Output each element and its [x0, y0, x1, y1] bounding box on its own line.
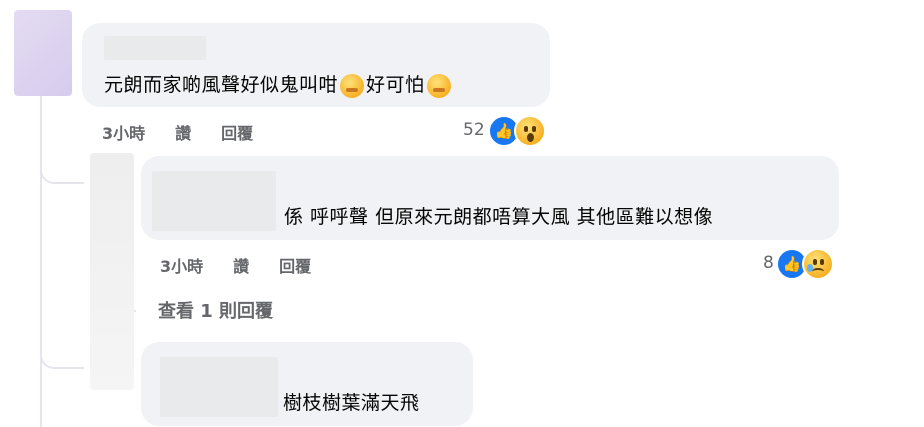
- reply-button[interactable]: 回覆: [221, 124, 253, 143]
- avatar[interactable]: [14, 10, 72, 96]
- view-more-replies-link[interactable]: 查看 1 則回覆: [158, 297, 273, 323]
- sad-reaction-icon[interactable]: [802, 248, 834, 280]
- reaction-count[interactable]: 52: [463, 120, 485, 140]
- comment-text: 樹枝樹葉滿天飛: [283, 392, 420, 414]
- thread-line-main: [40, 96, 42, 427]
- reaction-count[interactable]: 8: [763, 253, 774, 273]
- reply-text: 係 呼呼聲 但原來元朗都唔算大風 其他區難以想像: [284, 206, 714, 228]
- disappointed-face-icon: [340, 73, 365, 98]
- commenter-name-redacted[interactable]: [160, 357, 278, 417]
- commenter-name-redacted[interactable]: [152, 171, 276, 231]
- timestamp[interactable]: 3小時: [102, 124, 145, 143]
- comment-meta: 3小時 讚 回覆: [102, 120, 283, 144]
- thread-connector-reply1: [40, 160, 84, 184]
- like-button[interactable]: 讚: [233, 257, 249, 276]
- fearful-face-icon: [426, 73, 451, 98]
- comment-text-part2: 好可怕: [366, 74, 425, 96]
- timestamp[interactable]: 3小時: [160, 257, 203, 276]
- comment-text: 元朗而家啲風聲好似鬼叫咁 好可怕: [104, 70, 453, 98]
- comment-text-part1: 元朗而家啲風聲好似鬼叫咁: [104, 74, 339, 96]
- commenter-name-redacted[interactable]: [104, 36, 206, 60]
- reply-meta: 3小時 讚 回覆: [160, 253, 341, 277]
- thread-connector-comment2: [40, 345, 84, 369]
- like-button[interactable]: 讚: [175, 124, 191, 143]
- avatar[interactable]: [90, 153, 134, 390]
- reply-button[interactable]: 回覆: [279, 257, 311, 276]
- wow-reaction-icon[interactable]: [514, 115, 546, 147]
